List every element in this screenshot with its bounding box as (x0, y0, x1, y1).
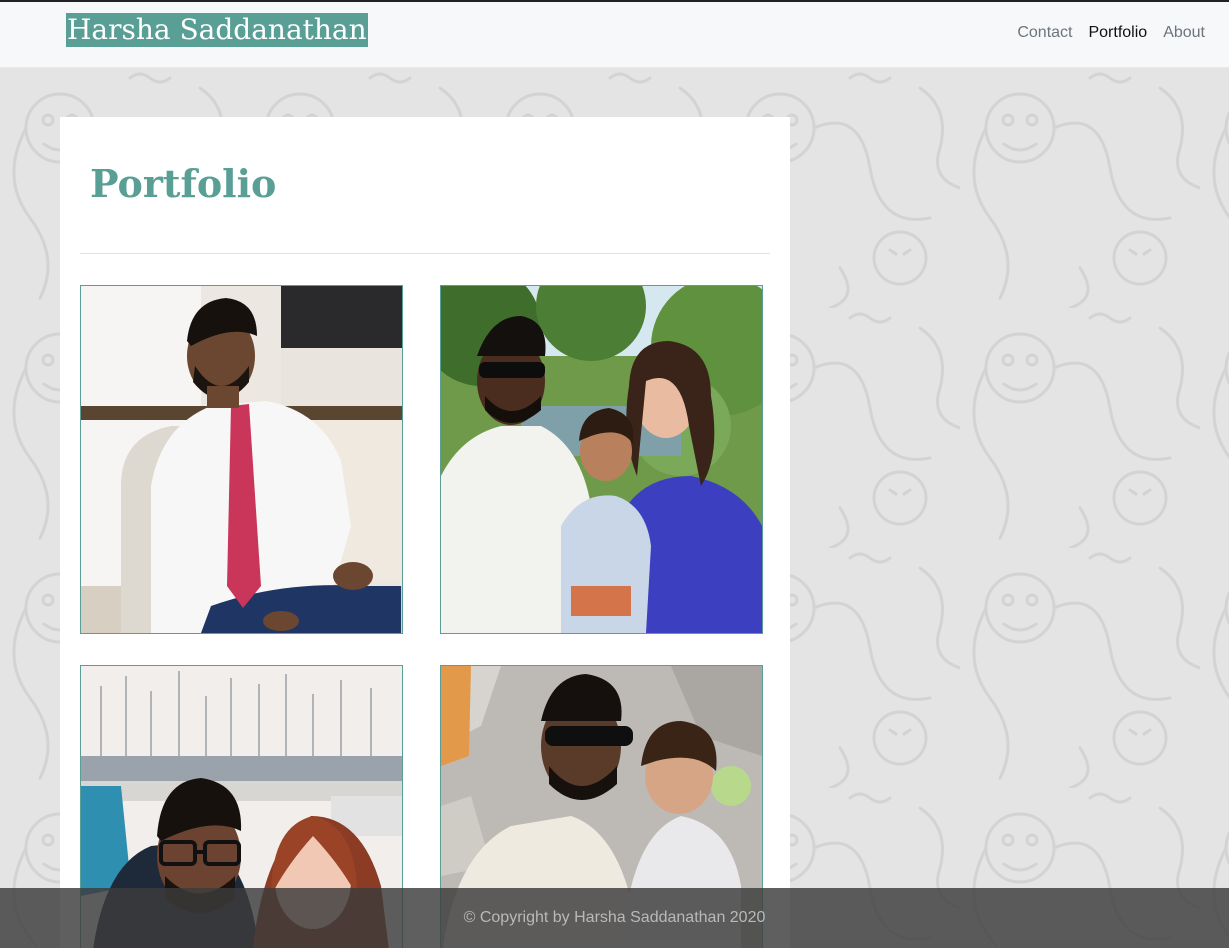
portfolio-photo-2[interactable] (440, 285, 763, 634)
portfolio-card: Portfolio (60, 117, 790, 948)
site-brand[interactable]: Harsha Saddanathan (66, 13, 368, 47)
main-nav: Contact Portfolio About (1017, 24, 1205, 42)
portfolio-photo-1[interactable] (80, 285, 403, 634)
nav-link-contact[interactable]: Contact (1017, 24, 1072, 42)
title-divider (80, 253, 770, 254)
nav-link-about[interactable]: About (1163, 24, 1205, 42)
page-title: Portfolio (90, 161, 277, 206)
nav-link-portfolio[interactable]: Portfolio (1088, 24, 1147, 42)
site-footer: © Copyright by Harsha Saddanathan 2020 (0, 888, 1229, 948)
navbar: Harsha Saddanathan Contact Portfolio Abo… (0, 2, 1229, 68)
copyright-text: © Copyright by Harsha Saddanathan 2020 (463, 909, 766, 926)
